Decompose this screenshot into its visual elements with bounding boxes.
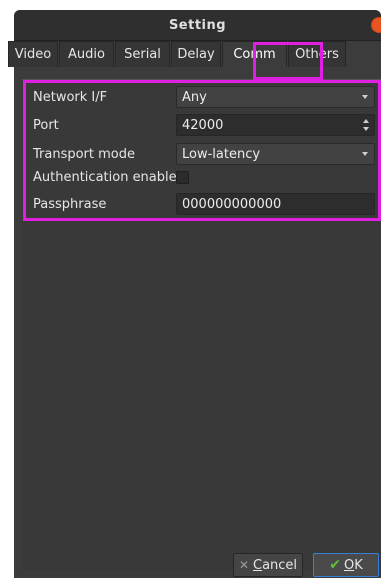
tab-audio[interactable]: Audio: [59, 41, 114, 67]
tab-bar: Video Audio Serial Delay Comm Others: [8, 41, 381, 67]
network-if-select[interactable]: Any: [176, 86, 375, 108]
cancel-button[interactable]: ✕ Cancel: [233, 553, 303, 577]
passphrase-input[interactable]: 000000000000: [176, 193, 375, 215]
chevron-down-icon: [362, 95, 368, 99]
close-icon[interactable]: [371, 17, 381, 33]
tab-comm[interactable]: Comm: [222, 41, 287, 67]
tab-video[interactable]: Video: [8, 41, 58, 67]
spin-down-icon[interactable]: [363, 127, 369, 131]
transport-mode-value: Low-latency: [182, 146, 261, 162]
tab-serial[interactable]: Serial: [115, 41, 170, 67]
spin-up-icon[interactable]: [363, 119, 369, 123]
tab-delay[interactable]: Delay: [171, 41, 221, 67]
ok-button[interactable]: ✔ OK: [313, 553, 379, 577]
network-if-label: Network I/F: [33, 89, 108, 105]
transport-mode-select[interactable]: Low-latency: [176, 143, 375, 165]
title-bar: Setting: [14, 10, 381, 41]
port-label: Port: [33, 117, 59, 133]
tab-others[interactable]: Others: [288, 41, 346, 67]
x-icon: ✕: [238, 558, 249, 572]
auth-enable-label: Authentication enable: [33, 169, 177, 185]
check-icon: ✔: [329, 557, 341, 573]
port-value: 42000: [182, 117, 224, 133]
window-title: Setting: [168, 17, 227, 33]
passphrase-value: 000000000000: [182, 196, 282, 212]
auth-enable-checkbox[interactable]: [176, 171, 189, 184]
transport-mode-label: Transport mode: [33, 146, 136, 162]
port-spinbox[interactable]: 42000: [176, 114, 375, 136]
passphrase-label: Passphrase: [33, 196, 107, 212]
chevron-down-icon: [362, 152, 368, 156]
network-if-value: Any: [182, 89, 207, 105]
